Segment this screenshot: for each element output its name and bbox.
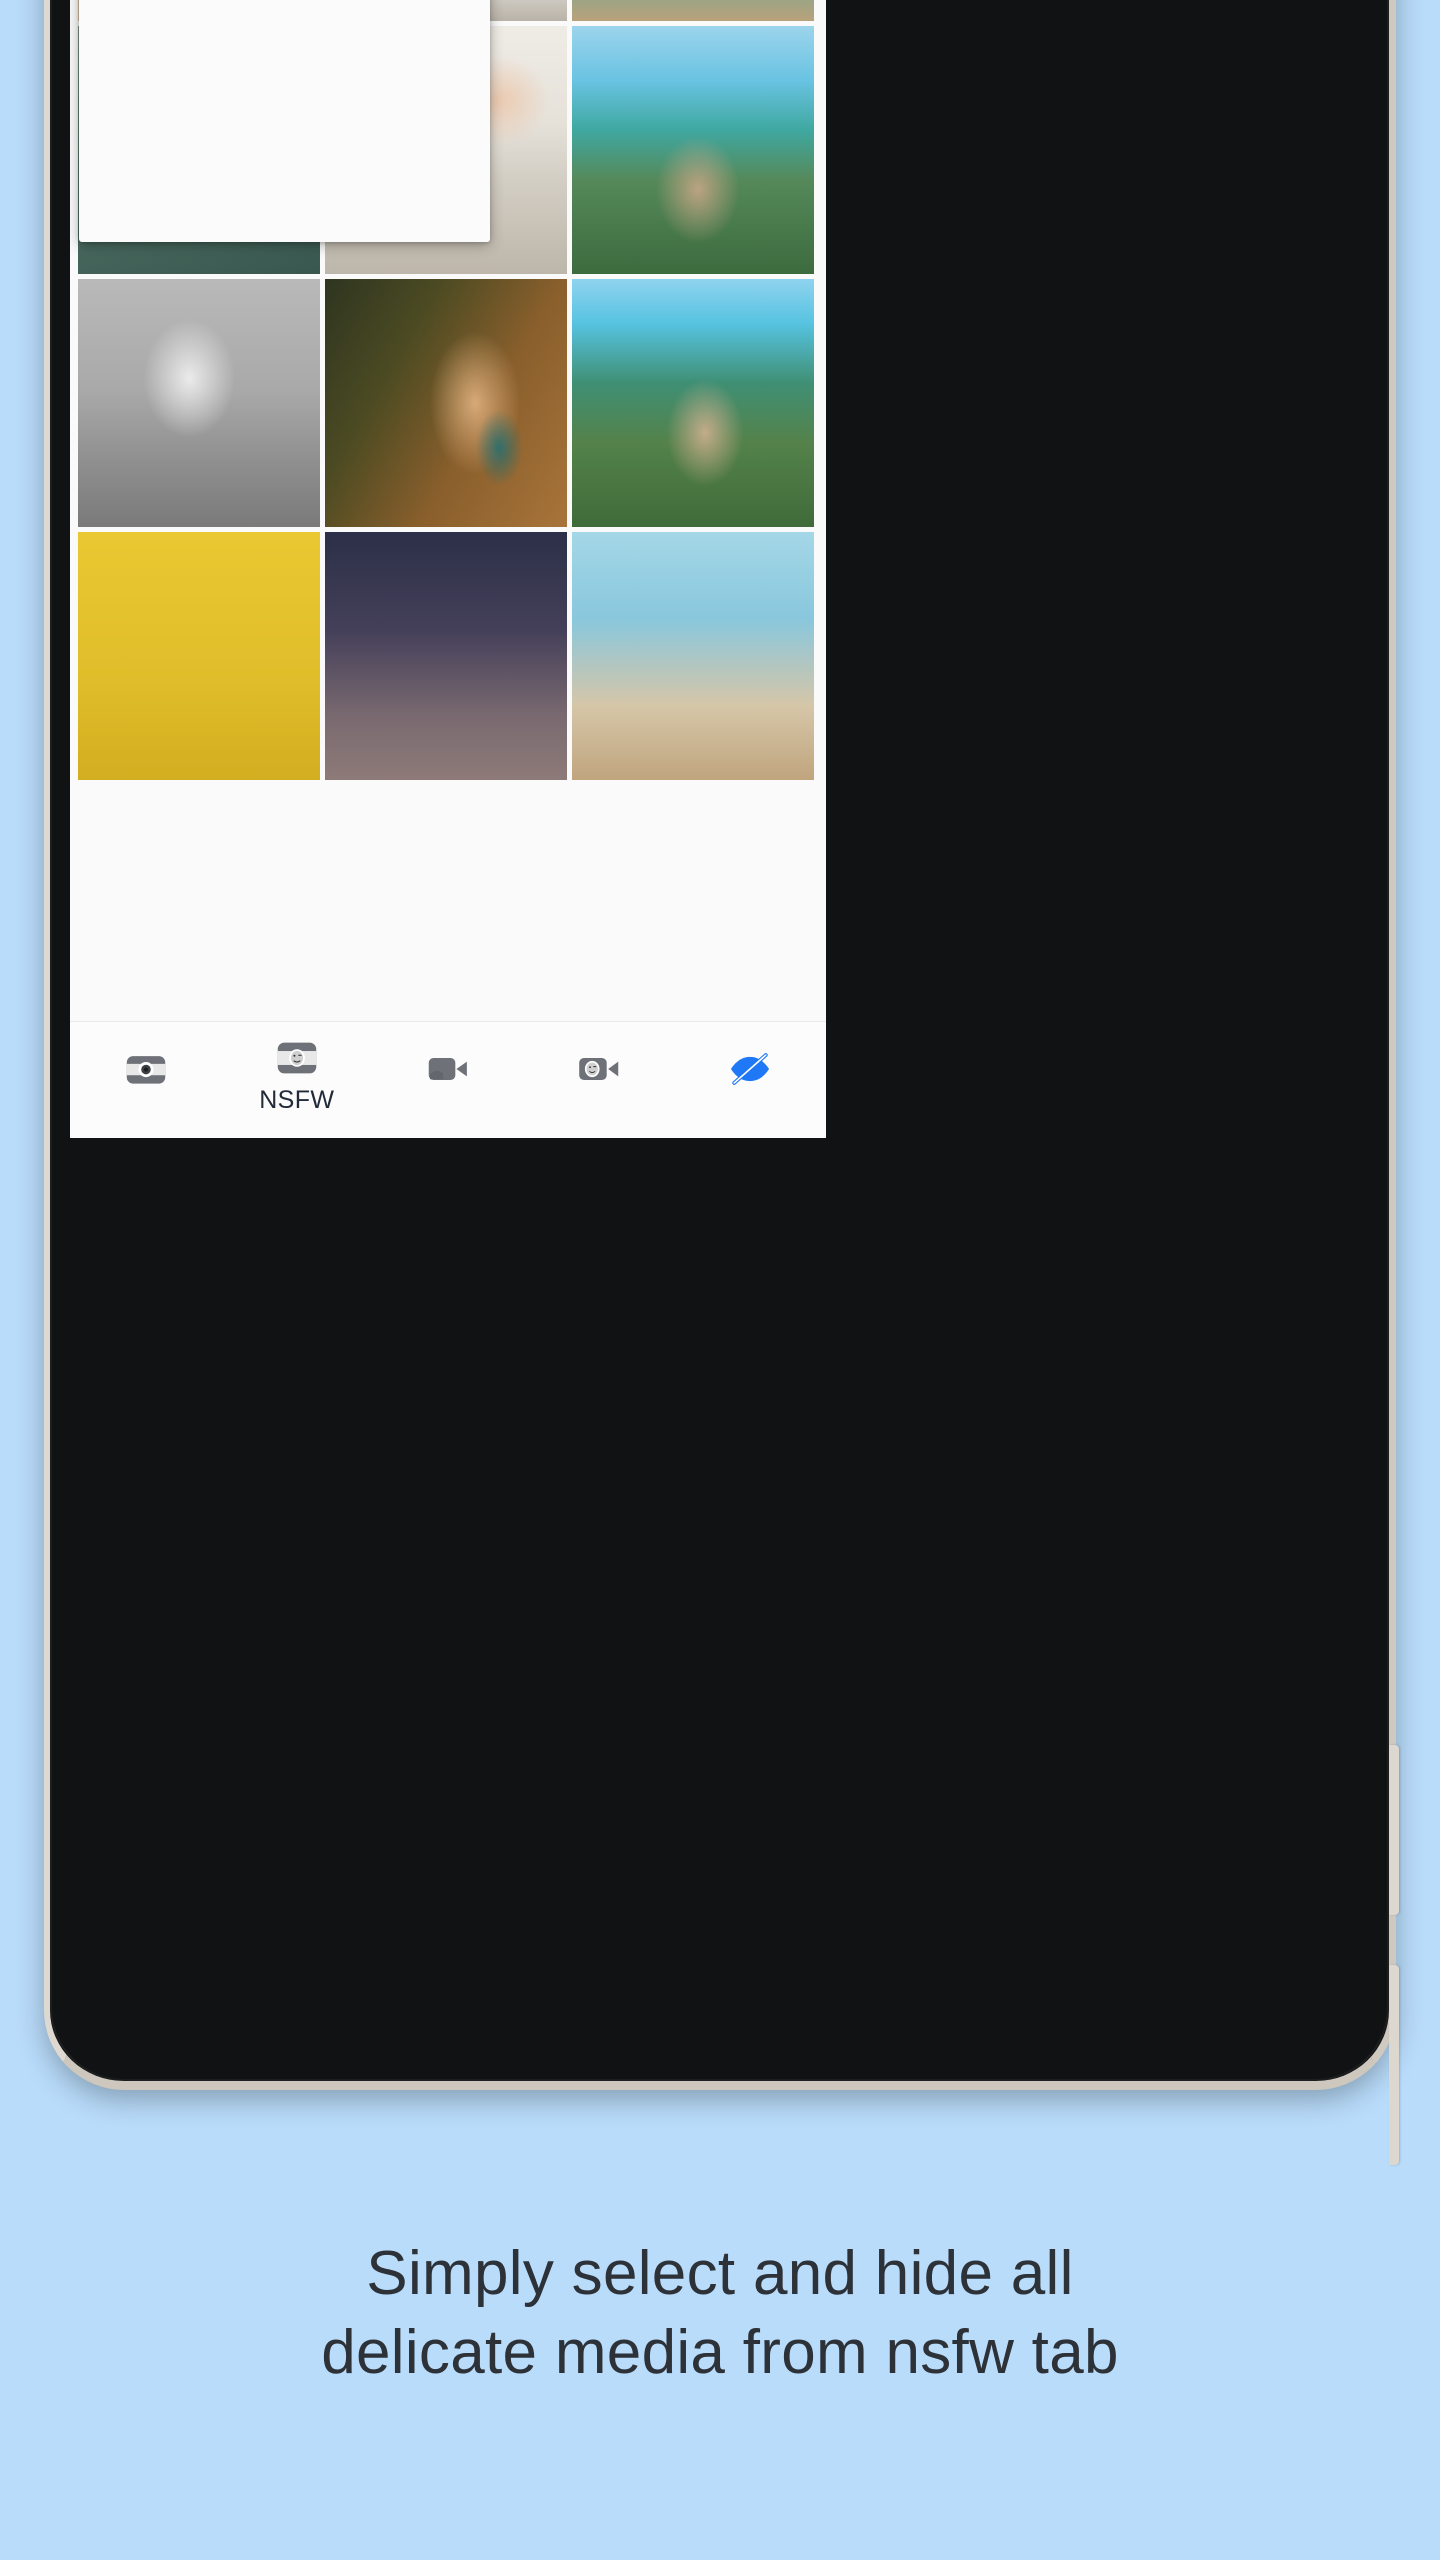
nsfw-video-camera-icon bbox=[579, 1058, 619, 1080]
gallery-thumbnail[interactable] bbox=[572, 532, 814, 780]
gallery-thumbnail[interactable] bbox=[325, 279, 567, 527]
tab-photos[interactable] bbox=[70, 1022, 221, 1138]
tab-videos[interactable] bbox=[372, 1022, 523, 1138]
phone-screen: Select all Hide selected Delete selected… bbox=[70, 0, 826, 1138]
overflow-menu[interactable]: Select all Hide selected Delete selected… bbox=[79, 0, 490, 242]
eye-hidden-icon bbox=[731, 1053, 770, 1085]
tab-nsfw[interactable]: NSFW bbox=[221, 1022, 372, 1138]
tab-nsfw-label: NSFW bbox=[259, 1086, 335, 1114]
photo-camera-icon bbox=[126, 1056, 165, 1084]
gallery-thumbnail[interactable] bbox=[78, 279, 320, 527]
tab-nsfw-videos[interactable] bbox=[524, 1022, 675, 1138]
gallery-thumbnail[interactable] bbox=[78, 532, 320, 780]
volume-button[interactable] bbox=[1389, 1965, 1399, 2165]
gallery-thumbnail[interactable] bbox=[572, 279, 814, 527]
nsfw-camera-icon bbox=[277, 1042, 317, 1074]
bottom-navigation-bar: NSFW bbox=[70, 1021, 826, 1138]
gallery-thumbnail[interactable] bbox=[572, 0, 814, 21]
video-camera-icon bbox=[428, 1058, 467, 1080]
promo-caption: Simply select and hide all delicate medi… bbox=[321, 2239, 1119, 2387]
gallery-thumbnail[interactable] bbox=[572, 26, 814, 274]
phone-frame: Select all Hide selected Delete selected… bbox=[44, 0, 1399, 2165]
tab-hidden[interactable] bbox=[675, 1022, 826, 1138]
power-button[interactable] bbox=[1389, 1745, 1399, 1915]
gallery-thumbnail[interactable] bbox=[325, 532, 567, 780]
